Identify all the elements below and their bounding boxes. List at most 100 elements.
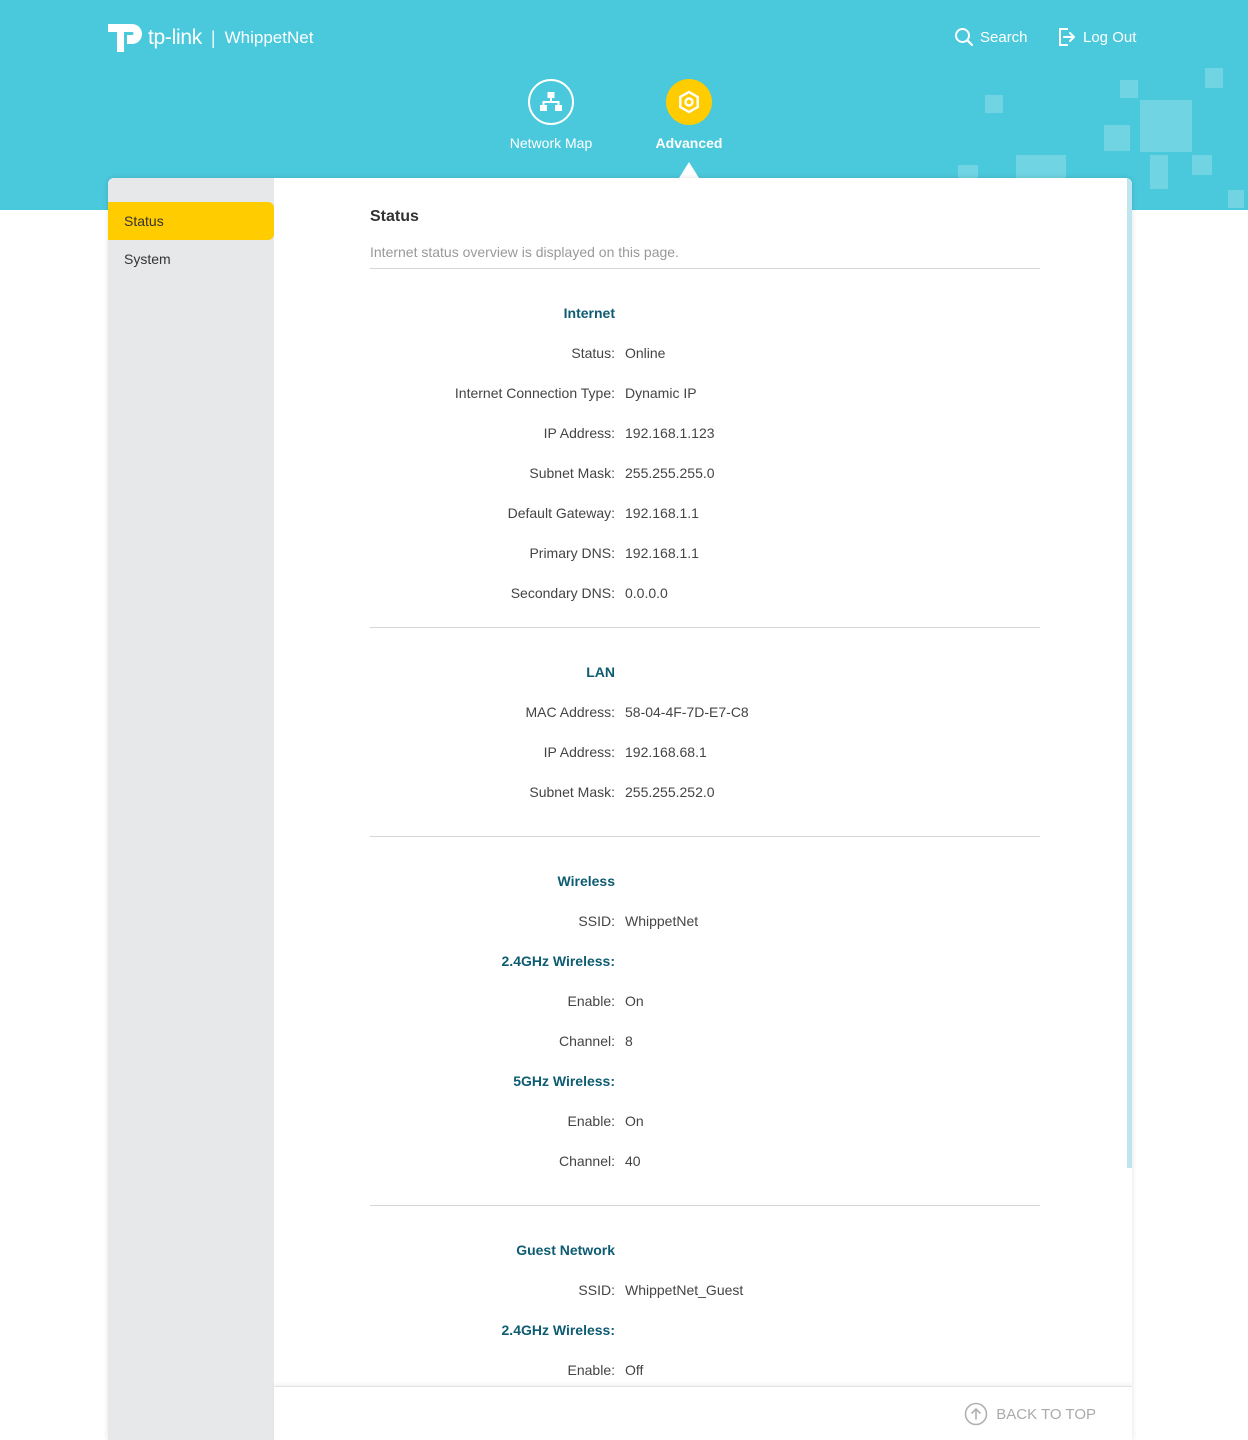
field-value: 40 <box>625 1153 641 1169</box>
field-value: On <box>625 1113 644 1129</box>
field-label: IP Address: <box>543 425 615 441</box>
field-value: Off <box>625 1362 644 1378</box>
guest-24ghz-enable-row: Enable: Off <box>370 1360 1040 1380</box>
wireless-ssid-row: SSID: WhippetNet <box>370 911 1040 931</box>
field-label: Subnet Mask: <box>529 465 615 481</box>
guest-ssid-row: SSID: WhippetNet_Guest <box>370 1280 1040 1300</box>
search-label: Search <box>980 28 1028 46</box>
lan-ip-address-row: IP Address: 192.168.68.1 <box>370 742 1040 762</box>
back-to-top-label: BACK TO TOP <box>996 1405 1096 1423</box>
sidebar: Status System <box>108 178 274 1440</box>
divider <box>370 1205 1040 1206</box>
divider <box>370 268 1040 269</box>
wireless-5ghz-enable-row: Enable: On <box>370 1111 1040 1131</box>
banner-decoration <box>1120 80 1138 98</box>
tp-link-logo-icon <box>108 20 146 56</box>
lan-mac-address-row: MAC Address: 58-04-4F-7D-E7-C8 <box>370 702 1040 722</box>
field-label: SSID: <box>578 913 615 929</box>
wireless-24ghz-channel-row: Channel: 8 <box>370 1031 1040 1051</box>
internet-status-row: Status: Online <box>370 343 1040 363</box>
field-value: Online <box>625 345 666 361</box>
field-label: Secondary DNS: <box>510 585 615 601</box>
field-value: Dynamic IP <box>625 385 697 401</box>
wireless-24ghz-enable-row: Enable: On <box>370 991 1040 1011</box>
field-label: SSID: <box>578 1282 615 1298</box>
brand-name: tp-link <box>148 26 202 49</box>
logout-icon <box>1059 28 1075 46</box>
band-heading: 5GHz Wireless: <box>513 1073 615 1089</box>
page-description: Internet status overview is displayed on… <box>370 244 679 260</box>
divider <box>370 627 1040 628</box>
field-value: 255.255.252.0 <box>625 784 715 800</box>
field-value: 0.0.0.0 <box>625 585 668 601</box>
network-name: WhippetNet <box>224 28 314 47</box>
banner-decoration <box>1104 125 1130 151</box>
field-label: IP Address: <box>543 744 615 760</box>
internet-ip-address-row: IP Address: 192.168.1.123 <box>370 423 1040 443</box>
logo-separator: | <box>210 27 216 48</box>
field-label: Channel: <box>558 1153 615 1169</box>
field-label: Status: <box>571 345 615 361</box>
gear-icon <box>666 79 712 125</box>
banner-decoration <box>1140 100 1192 152</box>
banner-decoration <box>1228 190 1244 208</box>
sidebar-item-system[interactable]: System <box>108 240 274 278</box>
wireless-section-heading: Wireless <box>370 871 1040 891</box>
banner-decoration <box>1150 155 1168 189</box>
arrow-up-circle-icon <box>964 1402 988 1426</box>
lan-subnet-mask-row: Subnet Mask: 255.255.252.0 <box>370 782 1040 802</box>
field-label: Channel: <box>558 1033 615 1049</box>
main-panel: Status System Status Internet status ove… <box>108 178 1132 1440</box>
field-label: Primary DNS: <box>529 545 615 561</box>
sidebar-item-status[interactable]: Status <box>108 202 274 240</box>
wireless-24ghz-heading: 2.4GHz Wireless: <box>370 951 1040 971</box>
internet-default-gateway-row: Default Gateway: 192.168.1.1 <box>370 503 1040 523</box>
banner-decoration <box>1192 155 1212 175</box>
logo[interactable]: tp-link | WhippetNet <box>108 18 313 58</box>
field-value: 192.168.1.123 <box>625 425 715 441</box>
back-to-top-button[interactable]: BACK TO TOP <box>964 1402 1096 1426</box>
tab-network-map[interactable]: Network Map <box>486 79 616 151</box>
internet-primary-dns-row: Primary DNS: 192.168.1.1 <box>370 543 1040 563</box>
field-value: 192.168.68.1 <box>625 744 707 760</box>
section-heading: Wireless <box>557 873 615 889</box>
field-value: 192.168.1.1 <box>625 505 699 521</box>
guest-section-heading: Guest Network <box>370 1240 1040 1260</box>
field-label: MAC Address: <box>525 704 615 720</box>
active-tab-pointer <box>679 162 699 178</box>
field-label: Enable: <box>567 1362 615 1378</box>
lan-section-heading: LAN <box>370 662 1040 682</box>
scrollbar[interactable] <box>1127 178 1132 1168</box>
page-title: Status <box>370 208 419 225</box>
divider <box>370 836 1040 837</box>
section-heading: LAN <box>586 664 615 680</box>
wireless-5ghz-heading: 5GHz Wireless: <box>370 1071 1040 1091</box>
field-value: On <box>625 993 644 1009</box>
tab-advanced-label: Advanced <box>655 135 723 151</box>
logout-button[interactable]: Log Out <box>1057 27 1136 47</box>
search-button[interactable]: Search <box>954 27 1028 47</box>
field-label: Default Gateway: <box>507 505 615 521</box>
field-label: Enable: <box>567 993 615 1009</box>
section-heading: Internet <box>563 305 615 321</box>
band-heading: 2.4GHz Wireless: <box>501 1322 615 1338</box>
internet-connection-type-row: Internet Connection Type: Dynamic IP <box>370 383 1040 403</box>
field-value: 255.255.255.0 <box>625 465 715 481</box>
search-icon <box>955 28 974 47</box>
field-label: Enable: <box>567 1113 615 1129</box>
logout-label: Log Out <box>1083 28 1137 46</box>
internet-secondary-dns-row: Secondary DNS: 0.0.0.0 <box>370 583 1040 603</box>
tab-advanced[interactable]: Advanced <box>624 79 754 151</box>
field-value: 58-04-4F-7D-E7-C8 <box>625 704 749 720</box>
field-label: Subnet Mask: <box>529 784 615 800</box>
field-value: 192.168.1.1 <box>625 545 699 561</box>
guest-24ghz-heading: 2.4GHz Wireless: <box>370 1320 1040 1340</box>
band-heading: 2.4GHz Wireless: <box>501 953 615 969</box>
section-heading: Guest Network <box>516 1242 615 1258</box>
field-value: 8 <box>625 1033 633 1049</box>
field-value: WhippetNet_Guest <box>625 1282 744 1298</box>
bottom-bar: BACK TO TOP <box>274 1386 1132 1440</box>
tab-network-map-label: Network Map <box>509 135 593 151</box>
wireless-5ghz-channel-row: Channel: 40 <box>370 1151 1040 1171</box>
internet-section-heading: Internet <box>370 303 1040 323</box>
